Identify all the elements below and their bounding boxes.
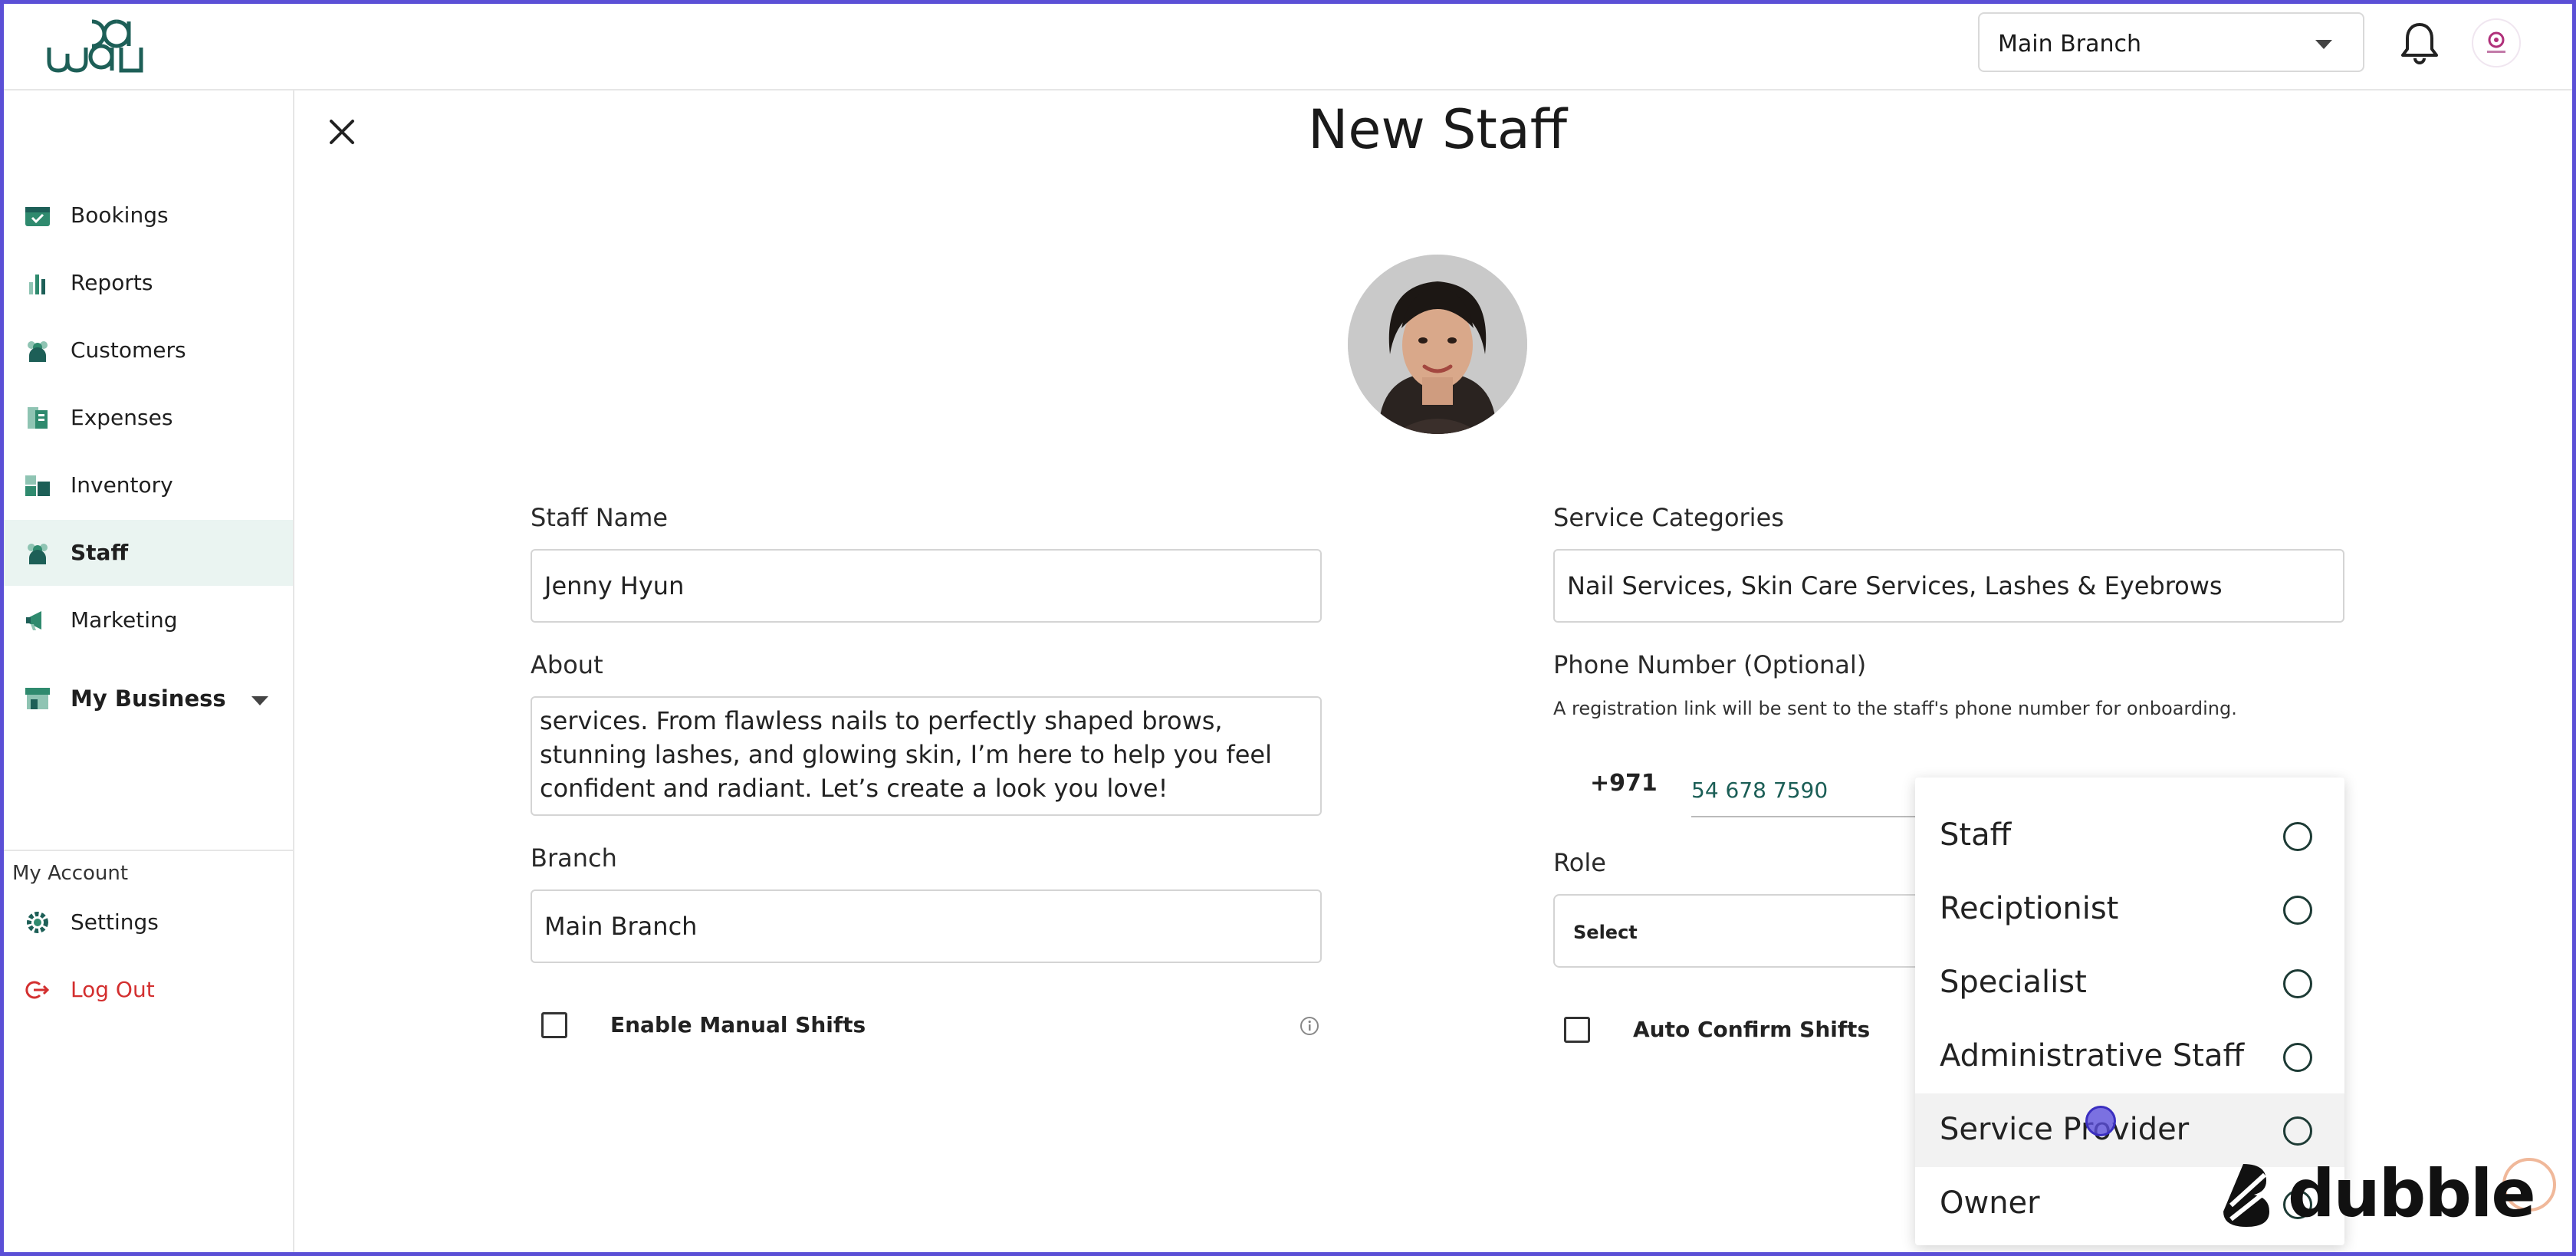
megaphone-icon — [26, 611, 41, 630]
info-icon[interactable] — [1299, 1015, 1320, 1037]
sidebar-item-reports[interactable]: Reports — [0, 250, 293, 316]
calendar-check-icon — [25, 207, 50, 226]
boxes-icon — [25, 475, 50, 496]
phone-hint: A registration link will be sent to the … — [1553, 698, 2237, 719]
sidebar-item-label: Log Out — [71, 977, 155, 1002]
page-title: New Staff — [1308, 98, 1567, 161]
sidebar-item-label: My Business — [71, 686, 226, 712]
sidebar-item-marketing[interactable]: Marketing — [0, 587, 293, 653]
waj-logo[interactable] — [46, 17, 146, 74]
role-option-label: Service Provider — [1940, 1112, 2190, 1147]
gear-icon — [27, 912, 48, 933]
sidebar-item-label: Reports — [71, 270, 153, 295]
chevron-down-icon — [2315, 40, 2332, 49]
staff-photo[interactable] — [1348, 255, 1527, 434]
auto-confirm-label: Auto Confirm Shifts — [1633, 1017, 1871, 1042]
sidebar-item-customers[interactable]: Customers — [0, 317, 293, 383]
radio-unchecked-icon[interactable] — [2283, 1043, 2312, 1072]
about-textarea[interactable]: services. From flawless nails to perfect… — [531, 696, 1322, 816]
mouse-cursor-indicator — [2085, 1106, 2116, 1136]
role-select-value: Select — [1573, 922, 1638, 943]
top-bar: Main Branch — [0, 0, 2576, 90]
radio-unchecked-icon[interactable] — [2283, 1116, 2312, 1146]
radio-unchecked-icon[interactable] — [2283, 896, 2312, 925]
sidebar-item-staff[interactable]: Staff — [0, 520, 293, 586]
close-icon[interactable] — [325, 115, 359, 149]
staff-name-label: Staff Name — [531, 503, 669, 532]
store-icon — [25, 688, 50, 709]
phone-input[interactable]: 54 678 7590 — [1691, 778, 1828, 803]
sidebar-item-label: Expenses — [71, 405, 173, 430]
chevron-down-icon — [251, 696, 268, 705]
phone-input-underline — [1691, 816, 1921, 817]
sidebar-item-label: Staff — [71, 540, 129, 565]
phone-country-code[interactable]: +971 — [1590, 770, 1658, 797]
people-icon — [28, 341, 48, 362]
branch-select-value: Main Branch — [1998, 31, 2141, 58]
manual-shifts-checkbox[interactable] — [541, 1012, 567, 1038]
sidebar-item-label: Customers — [71, 337, 186, 363]
service-categories-label: Service Categories — [1553, 503, 1784, 532]
role-option-reciptionist[interactable]: Reciptionist — [1915, 873, 2344, 946]
sidebar-item-my-business[interactable]: My Business — [0, 666, 293, 732]
sidebar: Bookings Reports Customers Expenses Inve… — [0, 90, 294, 1256]
sidebar-item-label: Settings — [71, 909, 159, 935]
branch-select[interactable]: Main Branch — [1978, 12, 2364, 72]
staff-icon — [28, 544, 48, 564]
branch-input[interactable]: Main Branch — [531, 889, 1322, 963]
role-option-label: Staff — [1940, 817, 2012, 853]
role-option-administrative-staff[interactable]: Administrative Staff — [1915, 1020, 2344, 1093]
role-label: Role — [1553, 848, 1606, 877]
role-option-label: Administrative Staff — [1940, 1038, 2245, 1074]
role-select[interactable]: Select — [1553, 894, 1967, 968]
sidebar-item-label: Marketing — [71, 607, 178, 633]
about-label: About — [531, 650, 603, 679]
logout-icon — [25, 981, 50, 999]
sidebar-item-label: Inventory — [71, 472, 173, 498]
watermark-text: dubble — [2288, 1156, 2536, 1232]
sidebar-item-logout[interactable]: Log Out — [0, 957, 293, 1023]
staff-name-input[interactable]: Jenny Hyun — [531, 549, 1322, 623]
auto-confirm-checkbox[interactable] — [1564, 1017, 1590, 1043]
dubble-watermark: dubble — [2220, 1152, 2542, 1236]
manual-shifts-label: Enable Manual Shifts — [610, 1012, 866, 1037]
radio-unchecked-icon[interactable] — [2283, 822, 2312, 851]
role-option-label: Reciptionist — [1940, 891, 2119, 926]
account-section-title: My Account — [12, 862, 129, 885]
role-option-label: Owner — [1940, 1185, 2040, 1221]
role-option-staff[interactable]: Staff — [1915, 799, 2344, 873]
bell-icon[interactable] — [2400, 20, 2440, 66]
phone-label: Phone Number (Optional) — [1553, 650, 1867, 679]
service-categories-input[interactable]: Nail Services, Skin Care Services, Lashe… — [1553, 549, 2344, 623]
sidebar-divider — [0, 850, 293, 851]
radio-unchecked-icon[interactable] — [2283, 969, 2312, 998]
branch-label: Branch — [531, 843, 617, 873]
sidebar-item-bookings[interactable]: Bookings — [0, 182, 293, 248]
bar-chart-icon — [29, 275, 45, 294]
sidebar-item-inventory[interactable]: Inventory — [0, 452, 293, 518]
sidebar-item-expenses[interactable]: Expenses — [0, 385, 293, 451]
role-option-label: Specialist — [1940, 965, 2087, 1000]
staff-portrait-image — [1348, 255, 1527, 434]
role-option-specialist[interactable]: Specialist — [1915, 946, 2344, 1020]
receipt-icon — [28, 407, 48, 429]
business-avatar[interactable] — [2472, 18, 2521, 67]
sidebar-item-label: Bookings — [71, 202, 169, 228]
sidebar-item-settings[interactable]: Settings — [0, 889, 293, 955]
dubble-logo-icon — [2223, 1164, 2269, 1227]
business-logo-icon — [2487, 31, 2505, 53]
